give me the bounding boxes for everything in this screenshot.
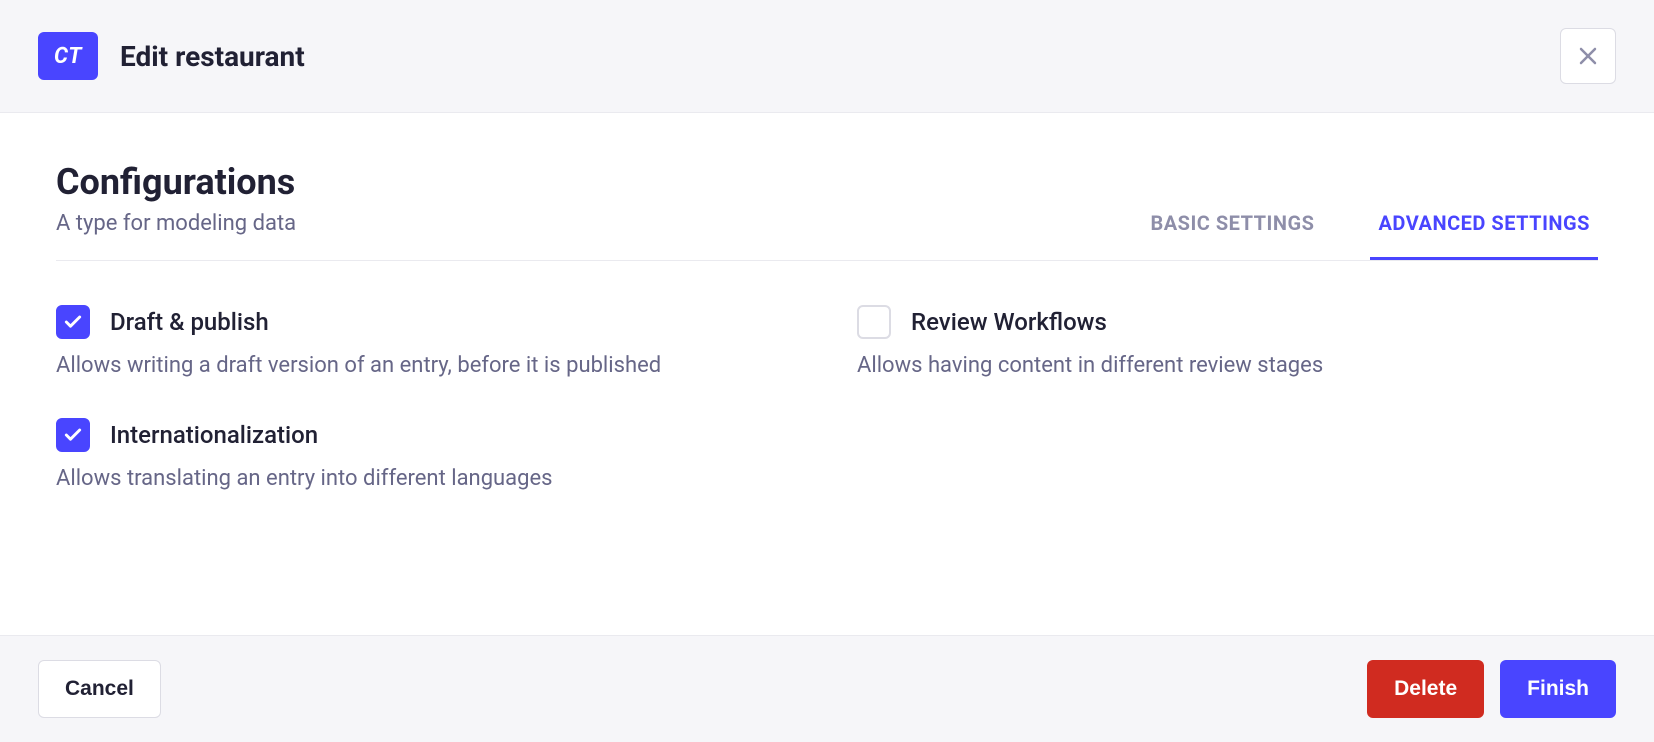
tab-advanced-settings[interactable]: ADVANCED SETTINGS xyxy=(1370,195,1598,260)
section-title: Configurations xyxy=(56,161,296,203)
content-top-row: Configurations A type for modeling data … xyxy=(56,161,1598,261)
check-icon xyxy=(63,312,83,332)
tab-basic-settings[interactable]: BASIC SETTINGS xyxy=(1142,195,1322,260)
option-row: Internationalization xyxy=(56,418,797,452)
check-icon xyxy=(63,425,83,445)
options-grid: Draft & publish Allows writing a draft v… xyxy=(56,305,1598,491)
option-description: Allows writing a draft version of an ent… xyxy=(56,353,797,378)
tabs: BASIC SETTINGS ADVANCED SETTINGS xyxy=(1142,195,1598,260)
checkbox-draft-publish[interactable] xyxy=(56,305,90,339)
option-description: Allows translating an entry into differe… xyxy=(56,466,797,491)
option-row: Review Workflows xyxy=(857,305,1598,339)
modal-content: Configurations A type for modeling data … xyxy=(0,113,1654,635)
title-block: Configurations A type for modeling data xyxy=(56,161,296,260)
option-label: Review Workflows xyxy=(911,308,1107,336)
option-label: Internationalization xyxy=(110,421,318,449)
option-draft-publish: Draft & publish Allows writing a draft v… xyxy=(56,305,797,378)
checkbox-review-workflows[interactable] xyxy=(857,305,891,339)
option-review-workflows: Review Workflows Allows having content i… xyxy=(857,305,1598,378)
finish-button[interactable]: Finish xyxy=(1500,660,1616,718)
checkbox-internationalization[interactable] xyxy=(56,418,90,452)
option-internationalization: Internationalization Allows translating … xyxy=(56,418,797,491)
content-type-badge: CT xyxy=(38,32,98,80)
section-subtitle: A type for modeling data xyxy=(56,211,296,236)
close-icon xyxy=(1576,44,1600,68)
option-label: Draft & publish xyxy=(110,308,269,336)
modal-header: CT Edit restaurant xyxy=(0,0,1654,113)
footer-right: Delete Finish xyxy=(1367,660,1616,718)
close-button[interactable] xyxy=(1560,28,1616,84)
option-row: Draft & publish xyxy=(56,305,797,339)
cancel-button[interactable]: Cancel xyxy=(38,660,161,718)
modal-footer: Cancel Delete Finish xyxy=(0,635,1654,742)
option-description: Allows having content in different revie… xyxy=(857,353,1598,378)
header-left: CT Edit restaurant xyxy=(38,32,305,80)
delete-button[interactable]: Delete xyxy=(1367,660,1484,718)
modal-title: Edit restaurant xyxy=(120,40,305,73)
